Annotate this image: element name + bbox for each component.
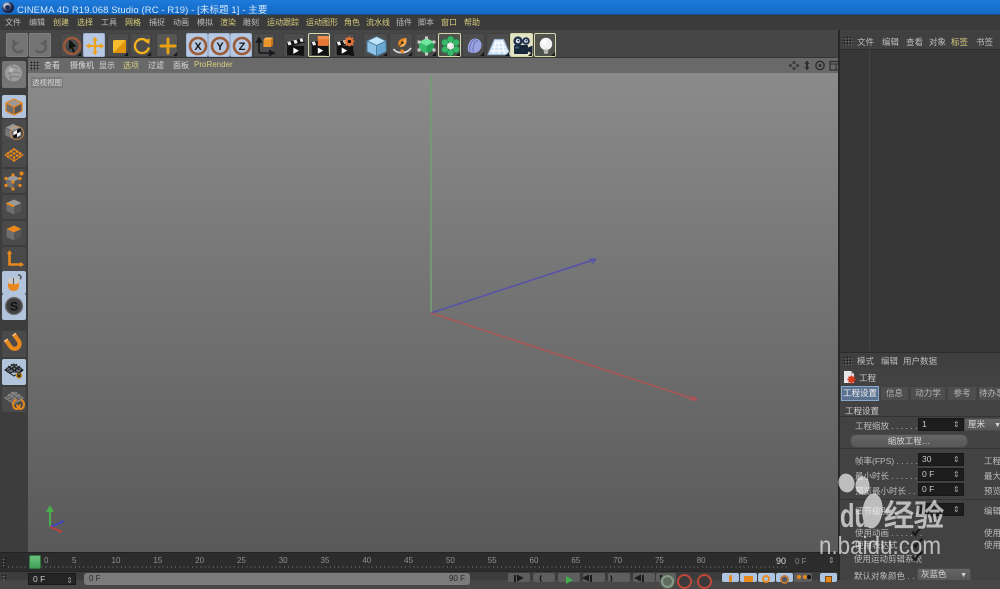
svg-text:Y: Y [216, 41, 224, 53]
svg-text:du: du [840, 497, 869, 534]
svg-text:经验: 经验 [884, 499, 944, 533]
svg-text:Z: Z [239, 41, 246, 53]
svg-text:X: X [194, 41, 202, 53]
svg-text:S: S [10, 299, 18, 313]
svg-text:n.baidu.com: n.baidu.com [819, 532, 941, 560]
